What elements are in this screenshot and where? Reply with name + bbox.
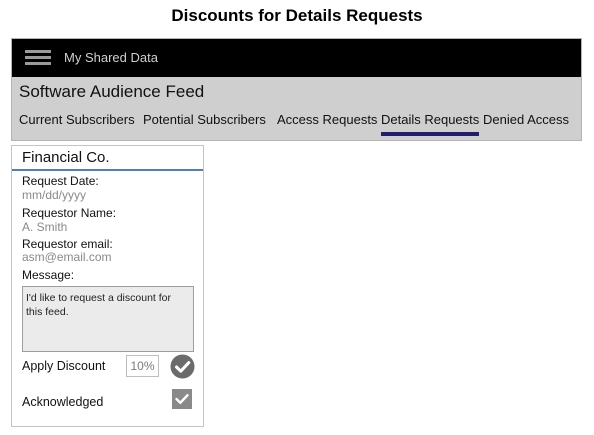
tab-details-requests[interactable]: Details Requests — [381, 112, 480, 136]
request-date-value: mm/dd/yyyy — [22, 188, 87, 202]
acknowledged-label: Acknowledged — [22, 395, 104, 409]
menu-line — [25, 62, 51, 65]
requestor-name-value: A. Smith — [22, 220, 68, 234]
check-circle-icon[interactable] — [170, 354, 195, 379]
discount-input[interactable]: 10% — [126, 355, 159, 377]
apply-discount-label: Apply Discount — [22, 359, 106, 373]
page-title: Discounts for Details Requests — [171, 6, 423, 25]
hamburger-menu-icon[interactable] — [25, 49, 51, 67]
tab-current-subscribers[interactable]: Current Subscribers — [19, 112, 135, 127]
menu-line — [25, 56, 51, 59]
brand-label[interactable]: My Shared Data — [64, 50, 158, 65]
acknowledged-checkbox[interactable] — [172, 389, 192, 409]
tab-potential-subscribers[interactable]: Potential Subscribers — [143, 112, 266, 127]
feed-title: Software Audience Feed — [19, 82, 205, 101]
requestor-email-value: asm@email.com — [22, 250, 112, 264]
checkbox-checked-icon — [172, 389, 192, 409]
requestor-name-label: Requestor Name: — [22, 206, 117, 220]
company-divider — [12, 169, 203, 171]
top-bar: My Shared Data — [12, 39, 581, 77]
check-circle-svg — [170, 354, 195, 379]
company-name: Financial Co. — [22, 149, 110, 166]
tab-denied-access[interactable]: Denied Access — [483, 112, 569, 127]
request-card: Financial Co. Request Date: mm/dd/yyyy R… — [11, 145, 204, 427]
message-textarea[interactable]: I'd like to request a discount for this … — [22, 286, 194, 352]
menu-line — [25, 50, 51, 53]
message-label: Message: — [22, 268, 75, 282]
tab-access-requests[interactable]: Access Requests — [277, 112, 377, 127]
app-frame: My Shared Data Software Audience Feed Cu… — [11, 38, 582, 141]
requestor-email-label: Requestor email: — [22, 237, 113, 251]
request-date-label: Request Date: — [22, 174, 99, 188]
